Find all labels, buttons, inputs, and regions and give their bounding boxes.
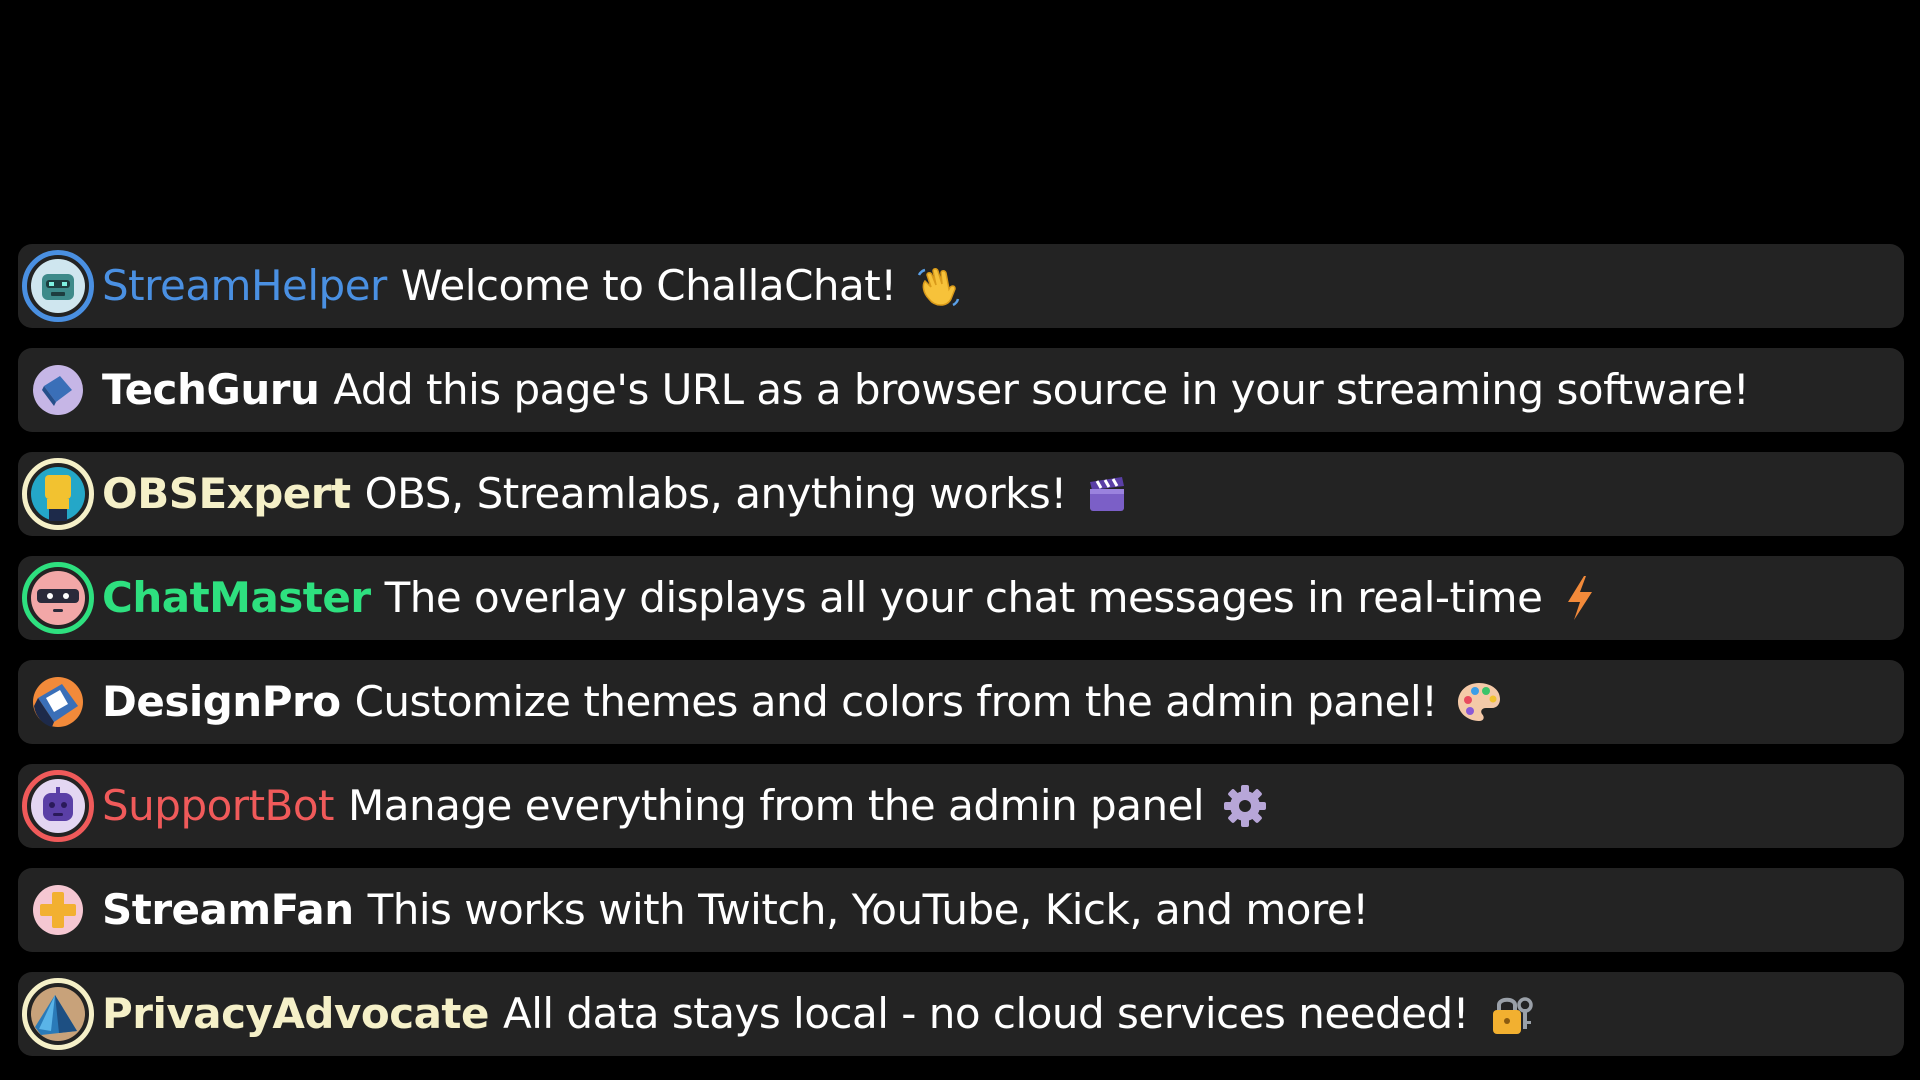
- username: ChatMaster: [102, 573, 371, 622]
- message-text: Add this page's URL as a browser source …: [333, 365, 1750, 414]
- avatar: [22, 354, 94, 426]
- bot-avatar-icon: [31, 779, 85, 833]
- ninja-avatar-icon: [31, 571, 85, 625]
- message-text: The overlay displays all your chat messa…: [384, 573, 1543, 622]
- avatar: [22, 874, 94, 946]
- chat-message: StreamHelper Welcome to ChallaChat!: [18, 244, 1904, 328]
- chat-message: SupportBot Manage everything from the ad…: [18, 764, 1904, 848]
- avatar: [22, 562, 94, 634]
- username: PrivacyAdvocate: [102, 989, 490, 1038]
- chat-overlay: StreamHelper Welcome to ChallaChat! Tech…: [18, 244, 1904, 1056]
- message-text: Customize themes and colors from the adm…: [354, 677, 1438, 726]
- message-text: Welcome to ChallaChat!: [400, 261, 897, 310]
- chat-message: StreamFan This works with Twitch, YouTub…: [18, 868, 1904, 952]
- message-text: Manage everything from the admin panel: [348, 781, 1205, 830]
- message-text: OBS, Streamlabs, anything works!: [364, 469, 1068, 518]
- username: OBSExpert: [102, 469, 351, 518]
- avatar: [22, 666, 94, 738]
- gear-icon: [1222, 783, 1268, 829]
- avatar: [22, 458, 94, 530]
- message-text: This works with Twitch, YouTube, Kick, a…: [367, 885, 1369, 934]
- chat-message: ChatMaster The overlay displays all your…: [18, 556, 1904, 640]
- palette-icon: [1455, 680, 1503, 724]
- mountain-avatar-icon: [31, 987, 85, 1041]
- username: StreamFan: [102, 885, 354, 934]
- username: SupportBot: [102, 781, 335, 830]
- design-avatar-icon: [33, 677, 83, 727]
- clapper-board-icon: [1085, 472, 1129, 516]
- username: TechGuru: [102, 365, 320, 414]
- cube-avatar-icon: [33, 365, 83, 415]
- avatar: [22, 770, 94, 842]
- username: DesignPro: [102, 677, 341, 726]
- message-text: All data stays local - no cloud services…: [503, 989, 1470, 1038]
- waving-hand-icon: [915, 263, 961, 309]
- avatar: [22, 250, 94, 322]
- avatar: [22, 978, 94, 1050]
- username: StreamHelper: [102, 261, 387, 310]
- chat-message: OBSExpert OBS, Streamlabs, anything work…: [18, 452, 1904, 536]
- lock-with-key-icon: [1487, 991, 1535, 1037]
- chat-message: DesignPro Customize themes and colors fr…: [18, 660, 1904, 744]
- robot-avatar-icon: [31, 259, 85, 313]
- lightning-icon: [1560, 574, 1600, 622]
- character-avatar-icon: [31, 467, 85, 521]
- plus-avatar-icon: [33, 885, 83, 935]
- chat-message: TechGuru Add this page's URL as a browse…: [18, 348, 1904, 432]
- chat-message: PrivacyAdvocate All data stays local - n…: [18, 972, 1904, 1056]
